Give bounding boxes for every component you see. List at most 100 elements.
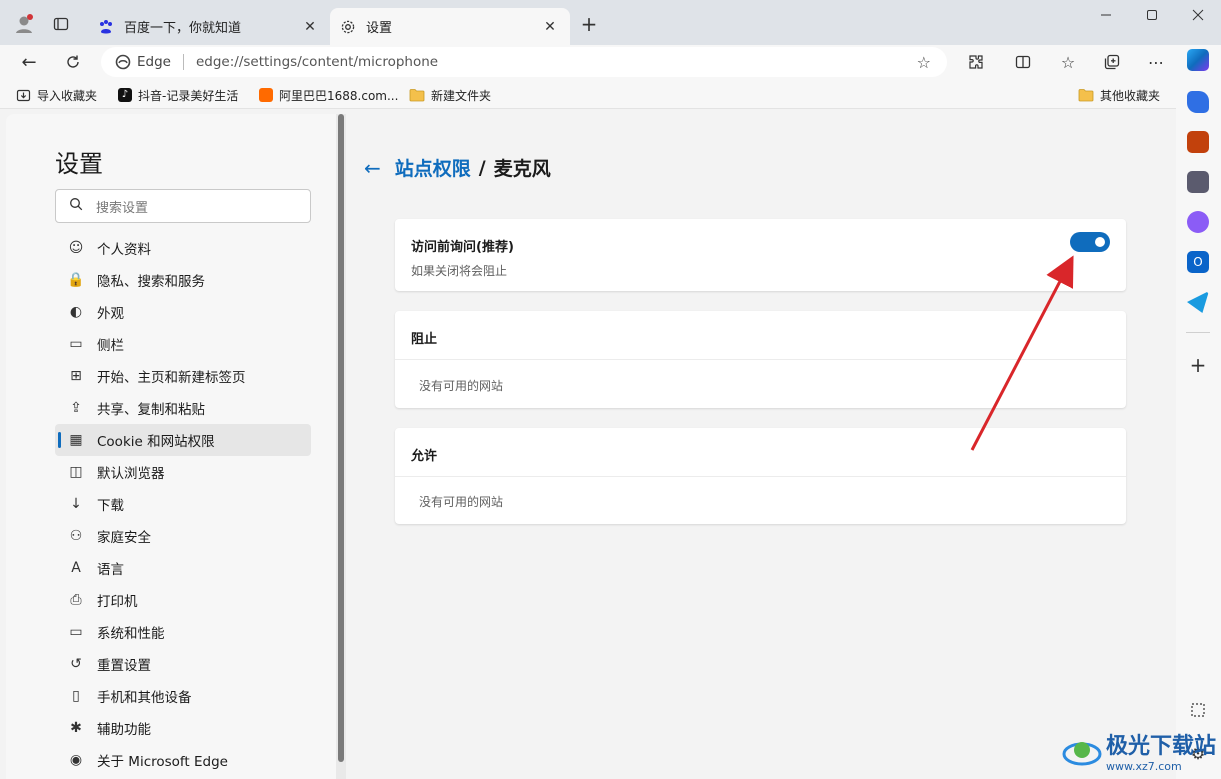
sidebar-item[interactable]: 🔒 隐私、搜索和服务	[55, 264, 311, 296]
breadcrumb: ← 站点权限 / 麦克风	[364, 154, 551, 181]
favorite-star-icon[interactable]: ☆	[917, 53, 931, 72]
settings-heading: 设置	[55, 150, 103, 178]
close-tab-icon[interactable]: ✕	[540, 19, 560, 35]
bookmark-label: 其他收藏夹	[1100, 88, 1161, 103]
sidebar-item[interactable]: ☺ 个人资料	[55, 232, 311, 264]
sidebar-item-label: 共享、复制和粘贴	[97, 402, 205, 418]
share-icon: ⇪	[70, 400, 82, 416]
family-icon: ⚇	[69, 528, 83, 544]
phone-icon: ▯	[72, 688, 80, 704]
more-menu-icon[interactable]: ⋯	[1144, 50, 1168, 74]
navigation-bar: ← Edge edge://settings/content/microphon…	[0, 45, 1221, 81]
site-label: Edge	[137, 54, 171, 70]
split-screen-icon[interactable]	[1011, 50, 1035, 74]
tab-title: 百度一下，你就知道	[124, 21, 242, 36]
bookmark-import[interactable]: 导入收藏夹	[16, 86, 97, 104]
allow-title: 允许	[411, 449, 438, 464]
ask-title: 访问前询问(推荐)	[411, 240, 514, 255]
sidebar-item-label: 重置设置	[97, 658, 151, 674]
settings-search-box[interactable]: 搜索设置	[55, 189, 311, 223]
sidebar-item[interactable]: ▦ Cookie 和网站权限	[55, 424, 311, 456]
ask-subtitle: 如果关闭将会阻止	[411, 264, 508, 278]
baidu-icon	[98, 19, 114, 35]
bookmark-label: 导入收藏夹	[37, 88, 98, 103]
back-arrow-icon[interactable]: ←	[364, 156, 381, 180]
gear-icon	[340, 19, 356, 35]
sidebar-item[interactable]: ⎙ 打印机	[55, 584, 311, 616]
add-sidebar-app-icon[interactable]: +	[1187, 353, 1209, 377]
profile-avatar-icon[interactable]	[10, 10, 38, 38]
sidebar-item-label: 侧栏	[97, 338, 124, 354]
settings-content: 设置 搜索设置 ☺ 个人资料 🔒 隐私、搜索和服务 ◐ 外观 ▭ 侧栏 ⊞ 开始、主页和新建标签页…	[6, 114, 1176, 779]
ask-before-access-card: 访问前询问(推荐) 如果关闭将会阻止	[395, 219, 1126, 291]
tools-briefcase-icon[interactable]	[1187, 131, 1209, 153]
settings-sidebar: 设置 搜索设置 ☺ 个人资料 🔒 隐私、搜索和服务 ◐ 外观 ▭ 侧栏 ⊞ 开始、主页和新建标签页…	[6, 114, 336, 779]
sidebar-item-label: 开始、主页和新建标签页	[97, 370, 246, 386]
shopping-tag-icon[interactable]	[1187, 91, 1209, 113]
breadcrumb-link[interactable]: 站点权限	[395, 154, 471, 181]
sidebar-item[interactable]: ⇪ 共享、复制和粘贴	[55, 392, 311, 424]
sidebar-item-label: 家庭安全	[97, 530, 151, 546]
watermark-url: www.xz7.com	[1106, 759, 1182, 773]
close-tab-icon[interactable]: ✕	[300, 19, 320, 35]
block-card: 阻止 没有可用的网站	[395, 311, 1126, 408]
send-plane-icon[interactable]	[1187, 291, 1209, 313]
microsoft365-icon[interactable]	[1187, 211, 1209, 233]
printer-icon: ⎙	[70, 592, 82, 608]
sidebar-item-label: 语言	[97, 562, 124, 578]
minimize-icon[interactable]	[1094, 5, 1118, 25]
settings-scrollbar-thumb[interactable]	[338, 114, 344, 762]
bookmarks-bar: 导入收藏夹 ♪ 抖音-记录美好生活 阿里巴巴1688.com... 新建文件夹 …	[0, 81, 1221, 109]
address-bar[interactable]: Edge edge://settings/content/microphone …	[101, 47, 947, 77]
card-divider	[395, 359, 1126, 360]
close-window-icon[interactable]	[1186, 5, 1210, 25]
edge-logo-icon	[115, 54, 131, 70]
sidebar-item[interactable]: ▯ 手机和其他设备	[55, 680, 311, 712]
sidebar-item[interactable]: ◫ 默认浏览器	[55, 456, 311, 488]
sidebar-item[interactable]: ⊞ 开始、主页和新建标签页	[55, 360, 311, 392]
bookmark-label: 抖音-记录美好生活	[138, 88, 239, 103]
tab-settings[interactable]: 设置 ✕	[330, 8, 570, 45]
refresh-icon[interactable]	[60, 49, 86, 75]
url-text: edge://settings/content/microphone	[195, 54, 439, 70]
ask-toggle[interactable]	[1070, 232, 1110, 252]
lock-icon: 🔒	[67, 272, 85, 288]
sidebar-item-label: 手机和其他设备	[97, 690, 192, 706]
sidebar-item[interactable]: ▭ 系统和性能	[55, 616, 311, 648]
edge-sidebar: O + ⚙	[1176, 45, 1221, 779]
maximize-icon[interactable]	[1140, 5, 1164, 25]
sidebar-item[interactable]: ↓ 下载	[55, 488, 311, 520]
block-empty-text: 没有可用的网站	[419, 379, 504, 393]
sidebar-item[interactable]: ✱ 辅助功能	[55, 712, 311, 744]
sidebar-item[interactable]: ◐ 外观	[55, 296, 311, 328]
sidebar-item[interactable]: A 语言	[55, 552, 311, 584]
outlook-icon[interactable]: O	[1187, 251, 1209, 273]
folder-icon	[409, 88, 425, 102]
bookmark-alibaba[interactable]: 阿里巴巴1688.com...	[259, 86, 398, 104]
favorites-icon[interactable]: ☆	[1056, 50, 1080, 74]
sidebar-item[interactable]: ▭ 侧栏	[55, 328, 311, 360]
watermark-title: 极光下载站	[1106, 733, 1217, 759]
copilot-icon[interactable]	[1187, 49, 1209, 71]
screenshot-icon[interactable]	[1187, 699, 1209, 721]
tab-baidu[interactable]: 百度一下，你就知道 ✕	[88, 8, 330, 45]
sidebar-item[interactable]: ⚇ 家庭安全	[55, 520, 311, 552]
tab-title: 设置	[366, 21, 393, 36]
games-chess-icon[interactable]	[1187, 171, 1209, 193]
tab-actions-icon[interactable]	[50, 13, 72, 35]
collections-icon[interactable]	[1100, 50, 1124, 74]
cookie-icon: ▦	[69, 432, 83, 448]
extensions-icon[interactable]	[964, 50, 988, 74]
sidebar-item[interactable]: ↺ 重置设置	[55, 648, 311, 680]
back-icon[interactable]: ←	[16, 49, 42, 75]
sidebar-item[interactable]: ◉ 关于 Microsoft Edge	[55, 744, 311, 776]
bookmark-folder-new[interactable]: 新建文件夹	[409, 86, 491, 104]
tab-strip: 百度一下，你就知道 ✕ 设置 ✕ +	[0, 0, 1221, 45]
sidebar-item-label: 默认浏览器	[97, 466, 165, 482]
bookmark-folder-other[interactable]: 其他收藏夹	[1078, 86, 1160, 104]
douyin-icon: ♪	[118, 88, 132, 102]
site-info[interactable]: Edge	[115, 54, 171, 70]
bookmark-douyin[interactable]: ♪ 抖音-记录美好生活	[118, 86, 238, 104]
new-tab-icon[interactable]: +	[578, 12, 600, 36]
sidebar-item-label: Cookie 和网站权限	[97, 434, 215, 450]
